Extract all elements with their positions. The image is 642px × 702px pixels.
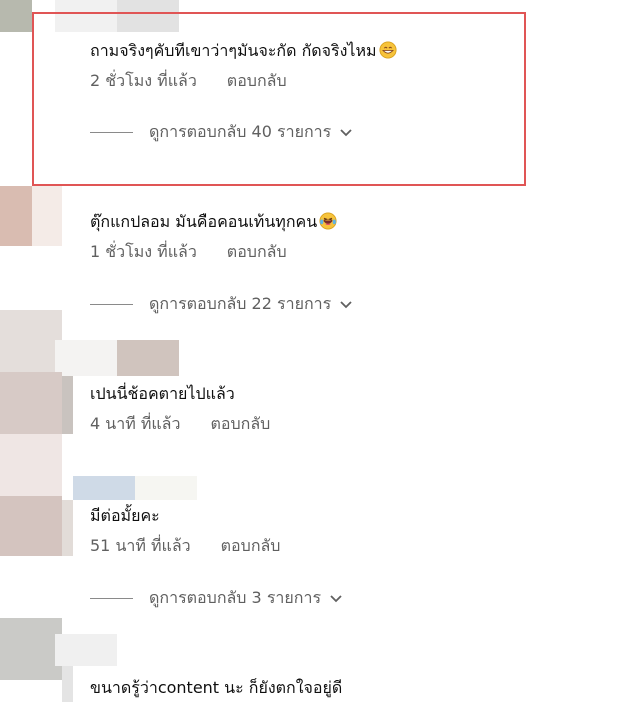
avatar-blur (0, 618, 62, 680)
comment-meta: 51 นาที ที่แล้ว ตอบกลับ (90, 536, 280, 556)
view-replies-button[interactable]: ดูการตอบกลับ 22 รายการ (90, 294, 353, 314)
view-replies-button[interactable]: ดูการตอบกลับ 3 รายการ (90, 588, 343, 608)
laughing-face-icon (319, 212, 337, 230)
avatar-blur (55, 340, 117, 376)
avatar-blur (0, 496, 62, 556)
divider-line (90, 303, 133, 305)
divider-line (90, 131, 133, 133)
chevron-down-icon (340, 129, 352, 137)
view-replies-label: ดูการตอบกลับ 40 รายการ (149, 122, 332, 141)
comment-text: เปนนี่ช้อคตายไปแล้ว (90, 384, 235, 403)
reply-button[interactable]: ตอบกลับ (227, 71, 287, 90)
avatar-blur (0, 0, 32, 32)
comment-text: มีต่อมั้ยคะ (90, 506, 160, 525)
divider-line (90, 597, 133, 599)
comment-timestamp: 2 ชั่วโมง ที่แล้ว (90, 71, 197, 90)
avatar-blur (117, 340, 179, 376)
comment-meta: 4 นาที ที่แล้ว ตอบกลับ (90, 414, 270, 434)
avatar-blur (0, 434, 62, 496)
avatar-blur (0, 372, 62, 434)
grinning-face-icon (379, 41, 397, 59)
comment-timestamp: 4 นาที ที่แล้ว (90, 414, 181, 433)
comment-timestamp: 1 ชั่วโมง ที่แล้ว (90, 242, 197, 261)
highlight-box (32, 12, 526, 186)
avatar-blur (135, 476, 197, 500)
reply-button[interactable]: ตอบกลับ (227, 242, 287, 261)
avatar-blur (62, 666, 73, 702)
comment-text: ตุ๊กแกปลอม มันคือคอนเท้นทุกคน (90, 212, 337, 232)
comment-meta: 1 ชั่วโมง ที่แล้ว ตอบกลับ (90, 242, 287, 262)
comment-meta: 2 ชั่วโมง ที่แล้ว ตอบกลับ (90, 71, 287, 91)
view-replies-button[interactable]: ดูการตอบกลับ 40 รายการ (90, 122, 353, 142)
chevron-down-icon (330, 595, 342, 603)
avatar-blur (117, 0, 179, 32)
avatar-blur (73, 476, 135, 500)
avatar-blur (55, 634, 117, 666)
avatar-blur (62, 500, 73, 556)
comment-timestamp: 51 นาที ที่แล้ว (90, 536, 191, 555)
avatar-blur (32, 186, 62, 246)
comment-text: ขนาดรู้ว่าcontent นะ ก็ยังตกใจอยู่ดี (90, 678, 343, 697)
avatar-blur (0, 310, 62, 372)
reply-button[interactable]: ตอบกลับ (210, 414, 270, 433)
view-replies-label: ดูการตอบกลับ 22 รายการ (149, 294, 332, 313)
avatar-blur (62, 376, 73, 434)
reply-button[interactable]: ตอบกลับ (221, 536, 281, 555)
view-replies-label: ดูการตอบกลับ 3 รายการ (149, 588, 322, 607)
comment-text: ถามจริงๆคับทีเขาว่าๆมันจะกัด กัดจริงไหม (90, 41, 397, 61)
avatar-blur (55, 0, 117, 32)
avatar-blur (0, 186, 32, 246)
chevron-down-icon (340, 301, 352, 309)
